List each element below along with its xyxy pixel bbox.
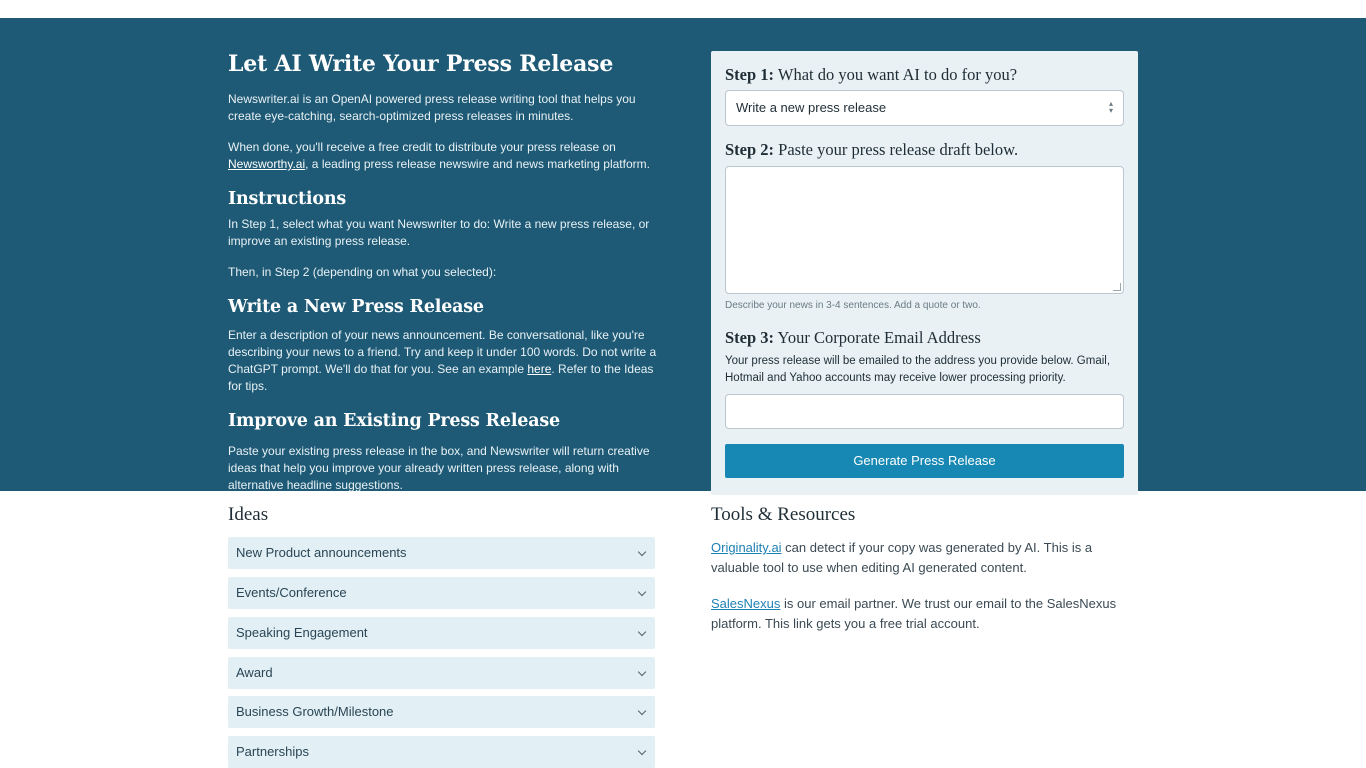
- intro-paragraph-2-tail: , a leading press release newswire and n…: [305, 157, 650, 171]
- press-release-form: Step 1: What do you want AI to do for yo…: [711, 51, 1138, 495]
- chevron-down-icon: [637, 547, 647, 557]
- step1-text: What do you want AI to do for you?: [774, 65, 1018, 84]
- step1-label: Step 1: What do you want AI to do for yo…: [725, 65, 1017, 85]
- idea-label: New Product announcements: [236, 545, 407, 560]
- resize-grip-icon[interactable]: [1113, 283, 1121, 291]
- ideas-heading: Ideas: [228, 504, 269, 525]
- idea-label: Partnerships: [236, 744, 309, 759]
- tools-heading: Tools & Resources: [711, 504, 856, 525]
- hero-section: Let AI Write Your Press Release Newswrit…: [0, 18, 1366, 495]
- step2-label: Step 2: Paste your press release draft b…: [725, 140, 1018, 160]
- action-select-value: Write a new press release: [736, 100, 887, 115]
- idea-accordion-item[interactable]: Business Growth/Milestone: [228, 696, 655, 728]
- select-arrows-icon: ▴ ▾: [1108, 99, 1113, 115]
- idea-label: Award: [236, 665, 273, 680]
- write-new-paragraph: Enter a description of your news announc…: [228, 327, 658, 395]
- idea-accordion-item[interactable]: Speaking Engagement: [228, 617, 655, 649]
- newsworthy-link[interactable]: Newsworthy.ai: [228, 157, 305, 171]
- top-bar: [0, 0, 1366, 18]
- idea-accordion-item[interactable]: Partnerships: [228, 736, 655, 768]
- step2-text: Paste your press release draft below.: [774, 140, 1019, 159]
- step3-prefix: Step 3:: [725, 328, 775, 347]
- step3-text: Your Corporate Email Address: [774, 328, 981, 347]
- generate-button[interactable]: Generate Press Release: [725, 444, 1124, 478]
- idea-accordion-item[interactable]: Events/Conference: [228, 577, 655, 609]
- tools-paragraph-2: SalesNexus is our email partner. We trus…: [711, 594, 1131, 634]
- salesnexus-link[interactable]: SalesNexus: [711, 596, 780, 611]
- action-select[interactable]: Write a new press release ▴ ▾: [725, 90, 1124, 126]
- instructions-paragraph-2: Then, in Step 2 (depending on what you s…: [228, 265, 497, 279]
- idea-accordion-item[interactable]: Award: [228, 657, 655, 689]
- email-field[interactable]: [725, 394, 1124, 429]
- intro-paragraph-2-text: When done, you'll receive a free credit …: [228, 140, 616, 154]
- instructions-heading: Instructions: [228, 189, 347, 209]
- improve-paragraph: Paste your existing press release in the…: [228, 444, 650, 492]
- intro-column: Let AI Write Your Press Release Newswrit…: [228, 50, 658, 494]
- idea-label: Events/Conference: [236, 585, 347, 600]
- originality-link[interactable]: Originality.ai: [711, 540, 782, 555]
- chevron-down-icon: [637, 587, 647, 597]
- step3-label: Step 3: Your Corporate Email Address: [725, 328, 981, 348]
- chevron-down-icon: [637, 706, 647, 716]
- draft-textarea[interactable]: [725, 166, 1124, 294]
- chevron-down-icon: [637, 627, 647, 637]
- step1-prefix: Step 1:: [725, 65, 775, 84]
- instructions-paragraph-1: In Step 1, select what you want Newswrit…: [228, 217, 650, 248]
- improve-heading: Improve an Existing Press Release: [228, 411, 560, 431]
- intro-paragraph-1: Newswriter.ai is an OpenAI powered press…: [228, 92, 636, 123]
- chevron-down-icon: [637, 667, 647, 677]
- write-new-heading: Write a New Press Release: [228, 297, 484, 317]
- chevron-down-icon: [637, 746, 647, 756]
- draft-hint: Describe your news in 3-4 sentences. Add…: [725, 300, 981, 311]
- page-title: Let AI Write Your Press Release: [228, 51, 614, 77]
- email-note: Your press release will be emailed to th…: [725, 355, 1111, 384]
- tools-paragraph-1: Originality.ai can detect if your copy w…: [711, 538, 1131, 578]
- idea-label: Business Growth/Milestone: [236, 704, 394, 719]
- intro-paragraph-2: When done, you'll receive a free credit …: [228, 139, 658, 173]
- idea-accordion-item[interactable]: New Product announcements: [228, 537, 655, 569]
- example-here-link[interactable]: here: [527, 362, 551, 376]
- step2-prefix: Step 2:: [725, 140, 775, 159]
- idea-label: Speaking Engagement: [236, 625, 368, 640]
